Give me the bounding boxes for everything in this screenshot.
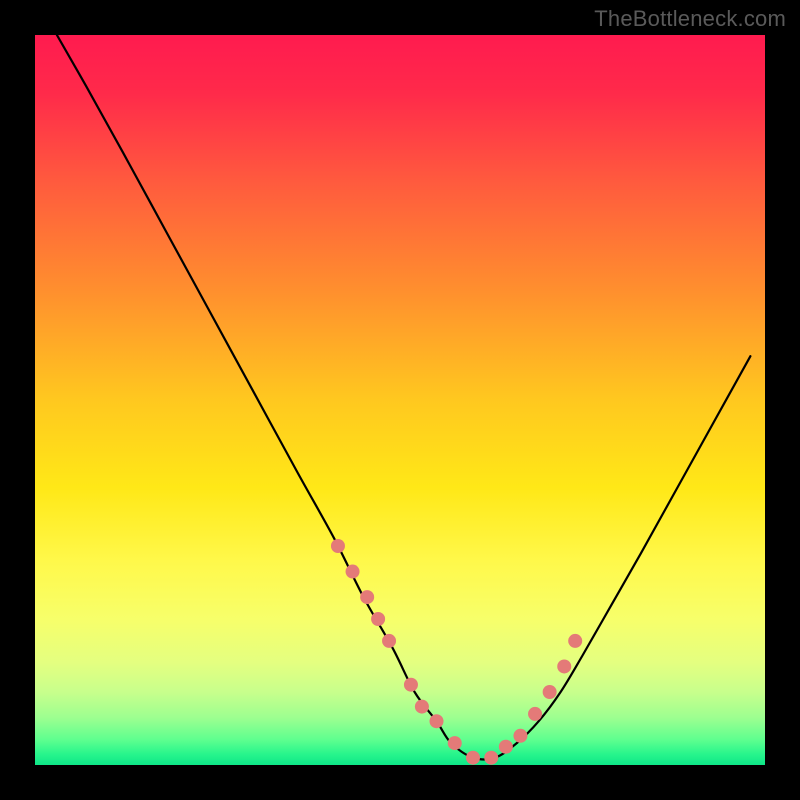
marker-dot <box>382 634 396 648</box>
marker-dot <box>360 590 374 604</box>
marker-dot <box>404 678 418 692</box>
marker-dot <box>371 612 385 626</box>
marker-dot <box>466 751 480 765</box>
marker-dot <box>499 740 513 754</box>
chart-svg <box>35 35 765 765</box>
marker-dot <box>557 659 571 673</box>
marker-dot <box>484 751 498 765</box>
watermark-text: TheBottleneck.com <box>594 6 786 32</box>
marker-dot <box>415 700 429 714</box>
marker-dot <box>448 736 462 750</box>
marker-dot <box>528 707 542 721</box>
marker-dot <box>543 685 557 699</box>
marker-dot <box>346 565 360 579</box>
marker-dot <box>430 714 444 728</box>
plot-area <box>35 35 765 765</box>
marker-dot <box>513 729 527 743</box>
gradient-background <box>35 35 765 765</box>
marker-dot <box>568 634 582 648</box>
marker-dot <box>331 539 345 553</box>
chart-frame: TheBottleneck.com <box>0 0 800 800</box>
